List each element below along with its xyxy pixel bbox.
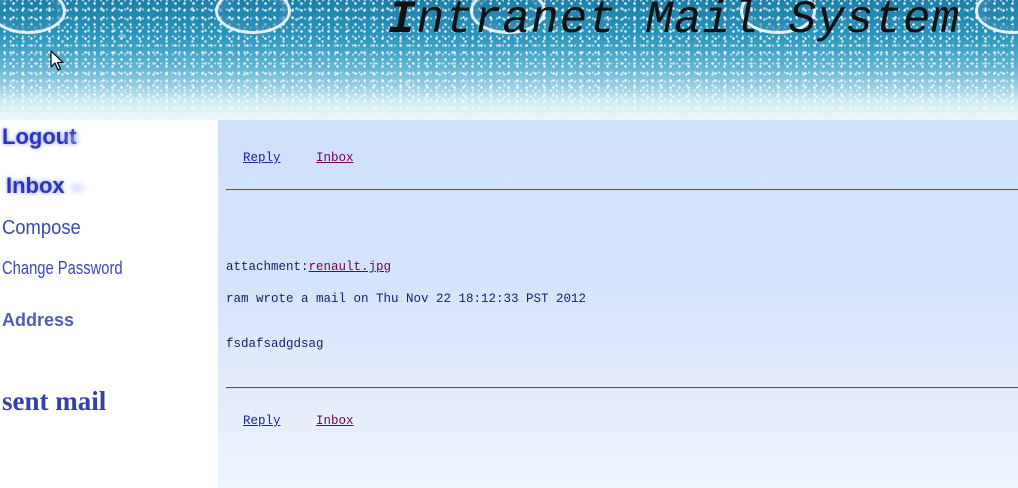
divider bbox=[226, 189, 1018, 191]
message-body: fsdafsadgdsag bbox=[226, 337, 324, 351]
sidebar-item-sent-mail[interactable]: sent mail bbox=[2, 386, 106, 417]
inbox-link[interactable]: Inbox bbox=[316, 151, 354, 165]
inbox-link[interactable]: Inbox bbox=[316, 414, 354, 428]
attachment-link[interactable]: renault.jpg bbox=[309, 260, 392, 274]
attachment-label: attachment: bbox=[226, 260, 309, 274]
mouse-pointer-icon bbox=[50, 50, 64, 71]
sidebar-item-inbox[interactable]: Inbox bbox=[6, 173, 88, 199]
divider bbox=[226, 387, 1018, 389]
sidebar: Logout Inbox Compose Change Password Add… bbox=[0, 120, 218, 488]
message-view: Reply Inbox attachment:renault.jpg ram w… bbox=[218, 120, 1018, 488]
ornament-swirl-icon bbox=[975, 0, 1018, 34]
page-title: Intranet Mail System bbox=[388, 0, 961, 46]
bottom-nav: Reply Inbox bbox=[243, 414, 382, 428]
ornament-swirl-icon bbox=[0, 0, 66, 34]
sidebar-item-logout[interactable]: Logout bbox=[2, 124, 84, 150]
sidebar-item-change-password[interactable]: Change Password bbox=[2, 258, 123, 279]
reply-link[interactable]: Reply bbox=[243, 151, 281, 165]
reply-link[interactable]: Reply bbox=[243, 414, 281, 428]
sidebar-item-compose[interactable]: Compose bbox=[2, 217, 81, 240]
attachment-row: attachment:renault.jpg bbox=[226, 260, 391, 274]
top-nav: Reply Inbox bbox=[243, 151, 382, 165]
sidebar-item-address[interactable]: Address bbox=[2, 310, 74, 331]
message-meta: ram wrote a mail on Thu Nov 22 18:12:33 … bbox=[226, 292, 587, 306]
ornament-swirl-icon bbox=[215, 0, 291, 34]
header-banner: Intranet Mail System bbox=[0, 0, 1018, 120]
